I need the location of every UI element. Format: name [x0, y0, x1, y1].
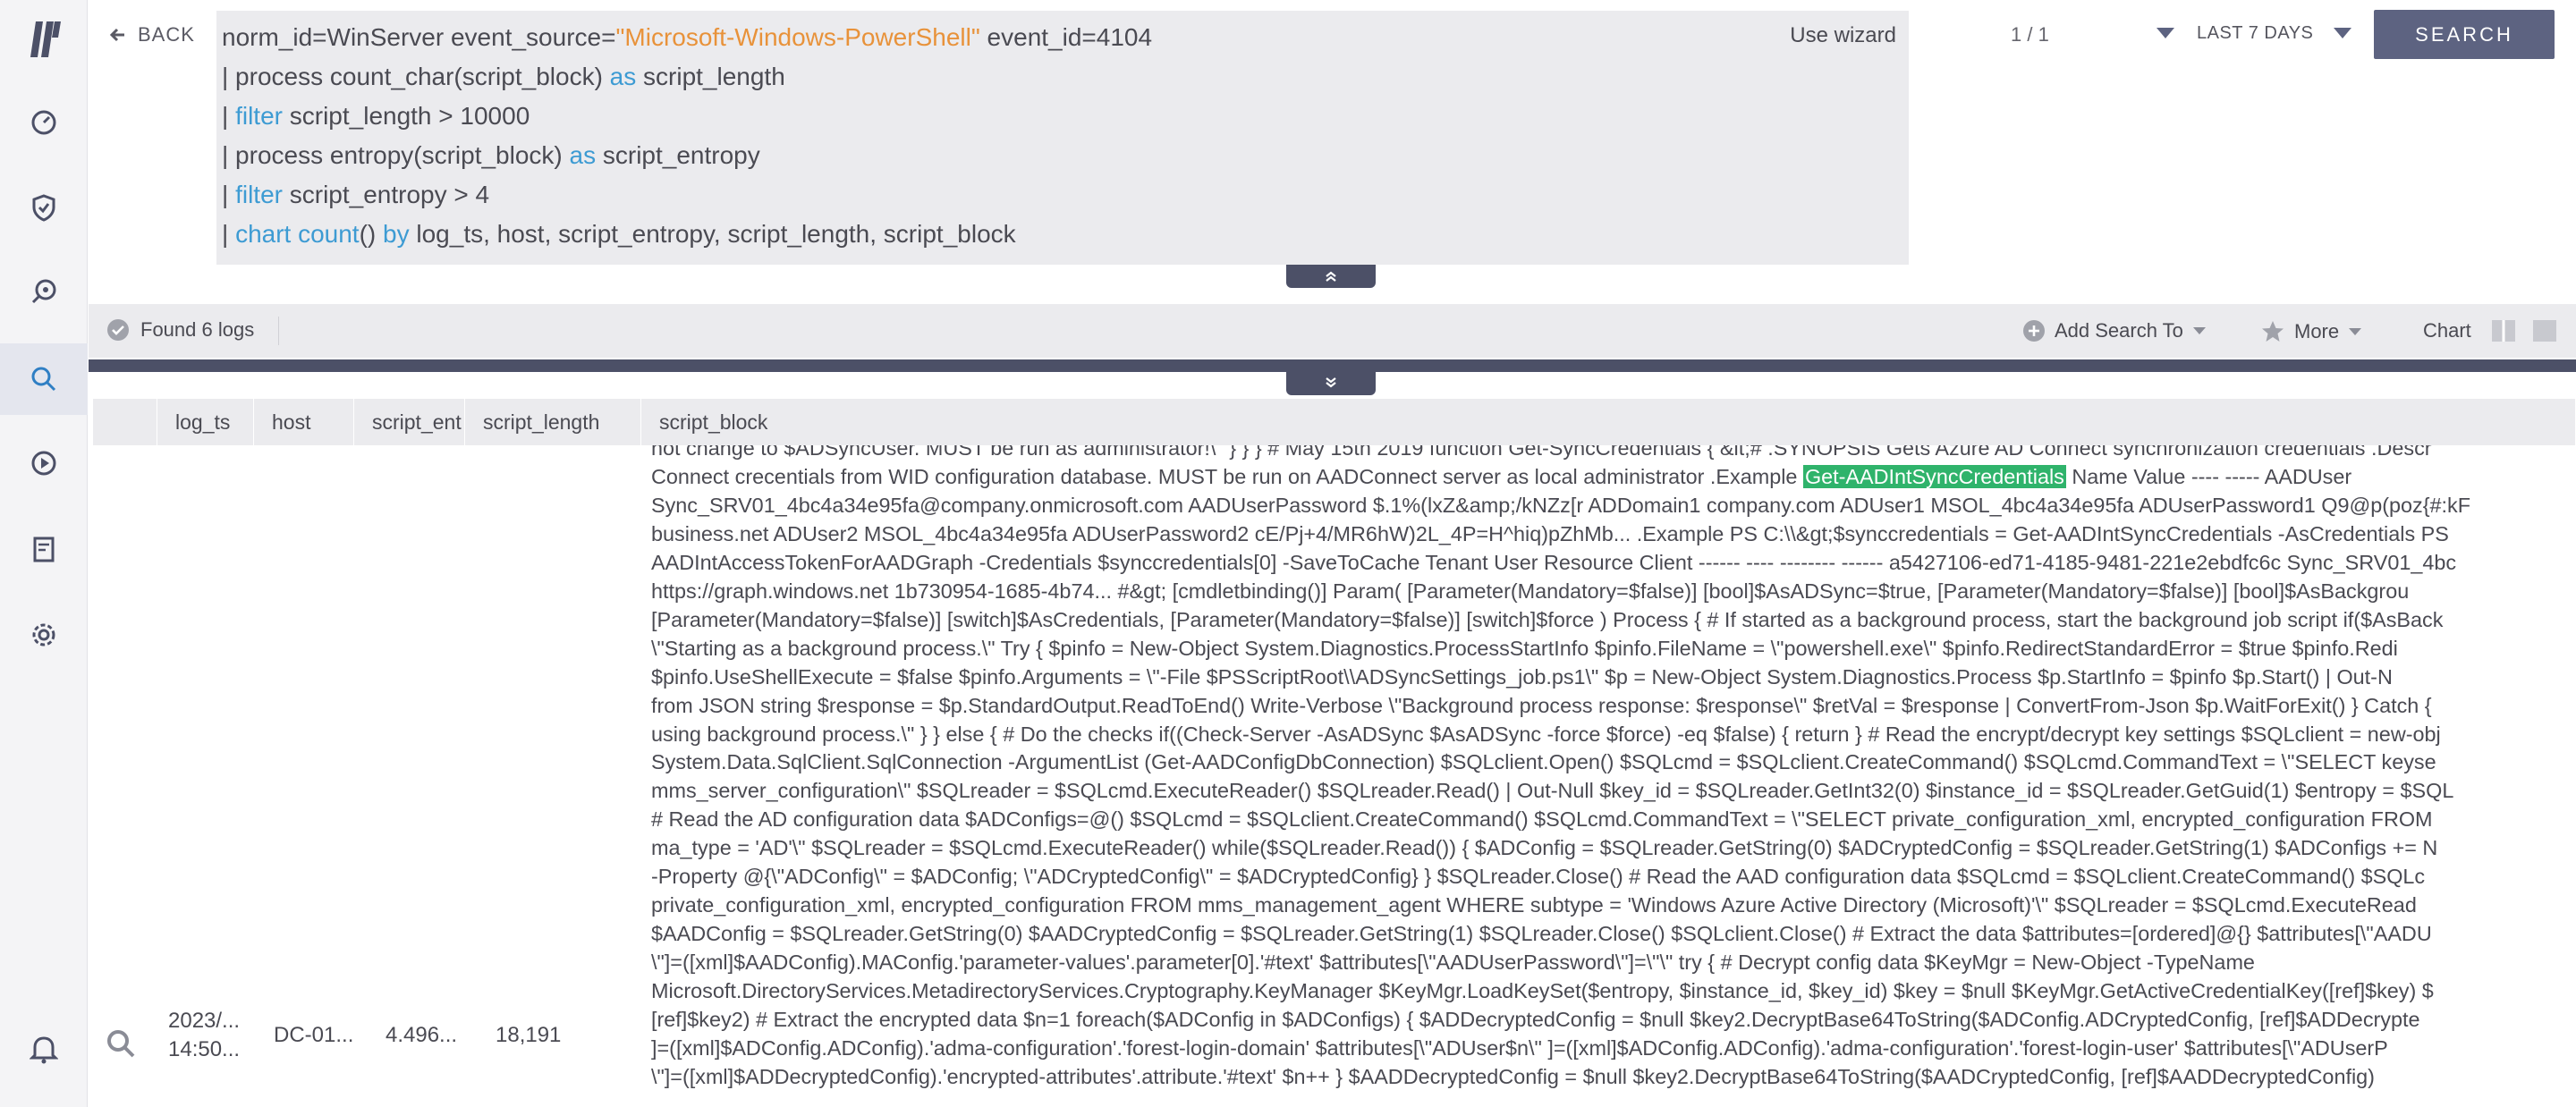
plus-circle-icon: [2023, 320, 2045, 342]
search-icon[interactable]: [0, 343, 88, 415]
check-circle-icon: [107, 319, 129, 341]
script-line: not change to $ADSyncUser. MUST be run a…: [651, 445, 2432, 460]
time-range-select[interactable]: LAST 7 DAYS: [2197, 23, 2313, 44]
search-chat-icon[interactable]: [0, 256, 88, 327]
chart-toggle[interactable]: Chart: [2423, 319, 2557, 342]
script-line: System.Data.SqlClient.SqlConnection -Arg…: [651, 750, 2436, 774]
column-header-script-entropy[interactable]: script_ent: [354, 399, 465, 445]
toolbar-divider: [278, 317, 279, 345]
play-circle-icon[interactable]: [0, 427, 88, 499]
found-logs-label: Found 6 logs: [140, 318, 255, 341]
script-line: [Parameter(Mandatory=$false)] [switch]$A…: [651, 607, 2444, 631]
chevrons-down-icon: [1326, 377, 1336, 388]
script-line: from JSON string $response = $p.Standard…: [651, 693, 2432, 717]
query-line-1: norm_id=WinServer event_source="Microsof…: [222, 23, 1153, 51]
script-line: \"]=([xml]$AADConfig).MAConfig.'paramete…: [651, 951, 2255, 975]
report-icon[interactable]: [0, 513, 88, 585]
query-line-5: | filter script_entropy > 4: [222, 181, 490, 208]
chart-label: Chart: [2423, 319, 2471, 342]
script-line: $AADConfig = $SQLreader.GetString(0) $AA…: [651, 922, 2432, 946]
more-label: More: [2294, 320, 2340, 342]
bell-icon[interactable]: [29, 1034, 59, 1069]
script-line: mms_server_configuration\" $SQLreader = …: [651, 779, 2454, 803]
script-line: using background process.\" } } else { #…: [651, 722, 2441, 746]
cell-script-entropy: 4.496...: [386, 1023, 458, 1047]
chevron-down-icon: [2349, 328, 2362, 335]
time-range-chevron-icon[interactable]: [2333, 27, 2352, 44]
query-editor[interactable]: norm_id=WinServer event_source="Microsof…: [216, 11, 1909, 265]
search-button[interactable]: SEARCH: [2374, 10, 2555, 59]
cell-host: DC-01...: [274, 1023, 354, 1047]
arrow-left-icon: [109, 28, 124, 42]
script-line: Connect crecentials from WID configurati…: [651, 464, 2352, 488]
use-wizard-link[interactable]: Use wizard: [1790, 23, 1896, 48]
add-search-to-button[interactable]: Add Search To: [2022, 319, 2207, 342]
page-count: 1 / 1: [2011, 23, 2049, 46]
table-row: 2023/... 14:50... DC-01... 4.496... 18,1…: [93, 445, 2576, 1107]
table-header: log_ts host script_ent script_length scr…: [93, 399, 2576, 445]
column-header-host[interactable]: host: [254, 399, 354, 445]
column-header-script-length[interactable]: script_length: [465, 399, 641, 445]
add-search-to-label: Add Search To: [2055, 319, 2183, 342]
cell-script-block: not change to $ADSyncUser. MUST be run a…: [651, 445, 2576, 1092]
dashboard-icon[interactable]: [0, 86, 88, 157]
script-line: ma_type = 'AD'\" $SQLreader = $SQLcmd.Ex…: [651, 836, 2438, 860]
script-line: ]=([xml]$ADConfig.ADConfig).'adma-config…: [651, 1036, 2388, 1061]
script-line: [ref]$key2) # Extract the encrypted data…: [651, 1008, 2420, 1032]
search-icon[interactable]: [106, 1028, 136, 1063]
query-line-4: | process entropy(script_block) as scrip…: [222, 141, 760, 169]
script-line: business.net ADUser2 MSOL_4bc4a34e95fa A…: [651, 521, 2449, 545]
query-line-3: | filter script_length > 10000: [222, 102, 530, 130]
query-line-2: | process count_char(script_block) as sc…: [222, 63, 785, 90]
sidebar: [0, 0, 88, 1107]
script-line: # Read the AD configuration data $ADConf…: [651, 807, 2433, 832]
page-dropdown-chevron-icon[interactable]: [2156, 27, 2175, 44]
gear-icon[interactable]: [0, 599, 88, 671]
more-button[interactable]: More: [2260, 319, 2362, 344]
logo-icon[interactable]: [29, 20, 64, 59]
chevrons-up-icon: [1326, 271, 1336, 282]
script-line: Microsoft.DirectoryServices.Metadirector…: [651, 979, 2434, 1003]
script-line: https://graph.windows.net 1b730954-1685-…: [651, 579, 2410, 603]
chevron-down-icon: [2192, 327, 2206, 334]
back-button[interactable]: BACK: [109, 23, 195, 46]
shield-check-icon[interactable]: [0, 172, 88, 243]
script-line: \"]=([xml]$ADDecryptedConfig).'encrypted…: [651, 1064, 2375, 1088]
results-toolbar: Found 6 logs Add Search To More Chart: [89, 304, 2576, 358]
found-logs: Found 6 logs: [106, 318, 254, 342]
cell-script-length: 18,191: [496, 1023, 562, 1047]
full-view-icon[interactable]: [2532, 319, 2557, 342]
collapse-query-handle[interactable]: [1286, 265, 1376, 288]
script-line: AADIntAccessTokenForAADGraph -Credential…: [651, 550, 2457, 574]
column-header-script-block[interactable]: script_block: [641, 399, 2576, 445]
script-line: Sync_SRV01_4bc4a34e95fa@company.onmicros…: [651, 493, 2471, 517]
back-label: BACK: [138, 23, 195, 46]
expand-results-handle[interactable]: [1286, 370, 1376, 395]
script-line: \"Starting as a background process.\" Tr…: [651, 636, 2398, 660]
split-view-icon[interactable]: [2491, 319, 2516, 342]
row-action-header: [93, 399, 157, 445]
script-line: $pinfo.UseShellExecute = $false $pinfo.A…: [651, 664, 2393, 689]
column-header-log-ts[interactable]: log_ts: [157, 399, 254, 445]
search-highlight: Get-AADIntSyncCredentials: [1802, 464, 2066, 488]
script-line: private_configuration_xml, encrypted_con…: [651, 893, 2417, 917]
script-line: -Property @{\"ADConfig\" = $ADConfig; \"…: [651, 865, 2426, 889]
query-line-6: | chart count() by log_ts, host, script_…: [222, 220, 1016, 248]
cell-log-ts: 2023/... 14:50...: [168, 1009, 241, 1061]
star-icon: [2262, 321, 2284, 342]
